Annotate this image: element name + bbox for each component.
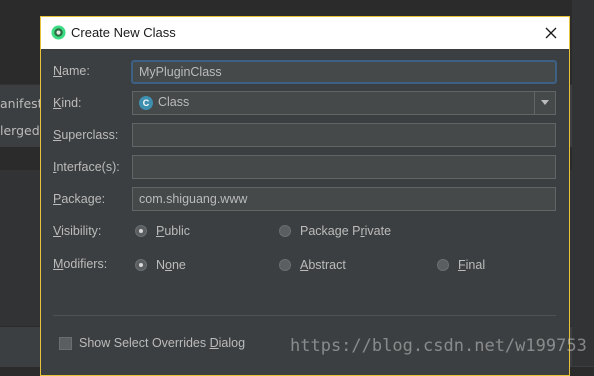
dialog-title: Create New Class	[71, 25, 176, 40]
ide-right-gutter	[572, 0, 594, 366]
close-icon	[545, 27, 557, 39]
visibility-public-label: Public	[156, 224, 191, 238]
superclass-input[interactable]	[132, 123, 556, 147]
interfaces-input[interactable]	[132, 155, 556, 179]
radio-selected-icon	[135, 225, 147, 237]
dialog-separator	[53, 315, 556, 316]
modifier-none-radio[interactable]: None	[135, 258, 186, 272]
visibility-package-private-label: Package Private	[300, 224, 392, 238]
kind-selected-value: Class	[158, 95, 190, 109]
visibility-public-radio[interactable]: Public	[135, 224, 190, 238]
radio-selected-icon	[135, 259, 147, 271]
visibility-label: Visibility:	[53, 224, 102, 238]
modifier-final-radio[interactable]: Final	[437, 258, 485, 272]
checkbox-unchecked-icon	[59, 336, 72, 350]
interfaces-label: Interface(s):	[53, 160, 120, 174]
name-input[interactable]: MyPluginClass	[131, 60, 557, 84]
radio-unselected-icon	[279, 259, 291, 271]
name-label: Name:	[53, 64, 90, 78]
package-label: Package:	[53, 192, 106, 206]
modifiers-label: Modifiers:	[53, 257, 108, 271]
ide-tab-merged[interactable]: lerged	[0, 123, 40, 138]
radio-unselected-icon	[279, 225, 291, 237]
modifier-abstract-radio[interactable]: Abstract	[279, 258, 346, 272]
kind-label: Kind:	[53, 96, 82, 110]
package-input[interactable]: com.shiguang.www	[132, 187, 556, 211]
modifier-abstract-label: Abstract	[300, 258, 346, 272]
class-kind-icon: C	[139, 96, 153, 110]
radio-unselected-icon	[437, 259, 449, 271]
ide-tab-manifest[interactable]: anifest	[0, 96, 43, 111]
android-studio-icon	[51, 25, 66, 40]
dialog-titlebar[interactable]: Create New Class	[41, 17, 569, 49]
watermark-text: https://blog.csdn.net/w199753	[290, 336, 587, 356]
modifier-none-label: None	[156, 258, 186, 272]
kind-dropdown[interactable]: C Class	[132, 91, 556, 115]
close-button[interactable]	[539, 21, 563, 45]
modifier-final-label: Final	[458, 258, 486, 272]
superclass-label: Superclass:	[53, 128, 119, 142]
show-overrides-label: Show Select Overrides Dialog	[79, 336, 246, 350]
show-overrides-checkbox[interactable]: Show Select Overrides Dialog	[59, 336, 245, 350]
visibility-package-private-radio[interactable]: Package Private	[279, 224, 391, 238]
create-new-class-dialog: Create New Class Name: MyPluginClass Kin…	[40, 16, 570, 376]
dropdown-arrow-icon[interactable]	[534, 92, 555, 114]
